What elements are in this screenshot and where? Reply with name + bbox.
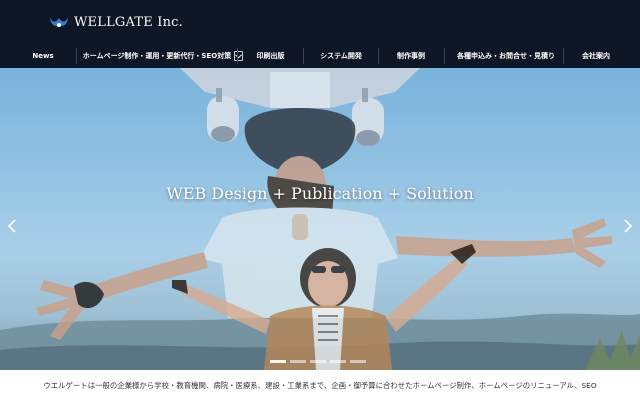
nav-item-label: 各種申込み・お問合せ・見積り (457, 52, 555, 60)
nav-item-label: 会社案内 (582, 52, 610, 60)
chevron-down-icon[interactable] (234, 51, 244, 61)
nav-item-contact[interactable]: 各種申込み・お問合せ・見積り (452, 44, 560, 68)
logo[interactable]: WELLGATE Inc. (49, 12, 183, 32)
nav-divider (76, 48, 77, 64)
nav-item-system-dev[interactable]: システム開発 (310, 44, 372, 68)
slider-dot[interactable] (350, 360, 366, 363)
nav-item-company[interactable]: 会社案内 (572, 44, 620, 68)
main-nav: News ホームページ制作・運用・更新代行・SEO対策 印刷出版 システム開発 … (0, 44, 640, 68)
nav-divider (303, 48, 304, 64)
brand-name: WELLGATE Inc. (74, 14, 183, 30)
nav-item-label: 印刷出版 (256, 52, 285, 60)
slider-dot[interactable] (270, 360, 286, 363)
nav-item-label: 制作事例 (397, 52, 425, 60)
nav-item-label: ホームページ制作・運用・更新代行・SEO対策 (82, 52, 232, 60)
wellgate-logo-icon (50, 17, 68, 27)
slider-dot[interactable] (310, 360, 326, 363)
nav-divider (444, 48, 445, 64)
slider-dot[interactable] (330, 360, 346, 363)
chevron-left-icon (7, 219, 16, 233)
hero-slider: WEB Design + Publication + Solution (0, 68, 640, 370)
nav-item-label: News (32, 52, 54, 60)
nav-item-works[interactable]: 制作事例 (385, 44, 437, 68)
slider-pagination (270, 360, 366, 363)
intro-text: ウエルゲートは一般の企業様から学校・教育機関、病院・医療系、建設・工業系まで、企… (43, 381, 597, 390)
site-header: WELLGATE Inc. News ホームページ制作・運用・更新代行・SEO対… (0, 0, 640, 68)
nav-item-printing[interactable]: 印刷出版 (243, 44, 298, 68)
chevron-right-icon (624, 219, 633, 233)
nav-divider (563, 48, 564, 64)
nav-item-web-production[interactable]: ホームページ制作・運用・更新代行・SEO対策 (83, 44, 244, 68)
slider-next-button[interactable] (621, 218, 635, 234)
nav-divider (378, 48, 379, 64)
nav-item-label: システム開発 (320, 52, 362, 60)
nav-divider (237, 48, 238, 64)
slider-dot[interactable] (290, 360, 306, 363)
hero-image (0, 68, 640, 370)
nav-item-news[interactable]: News (22, 44, 64, 68)
hero-title: WEB Design + Publication + Solution (166, 184, 474, 203)
slider-prev-button[interactable] (5, 218, 19, 234)
